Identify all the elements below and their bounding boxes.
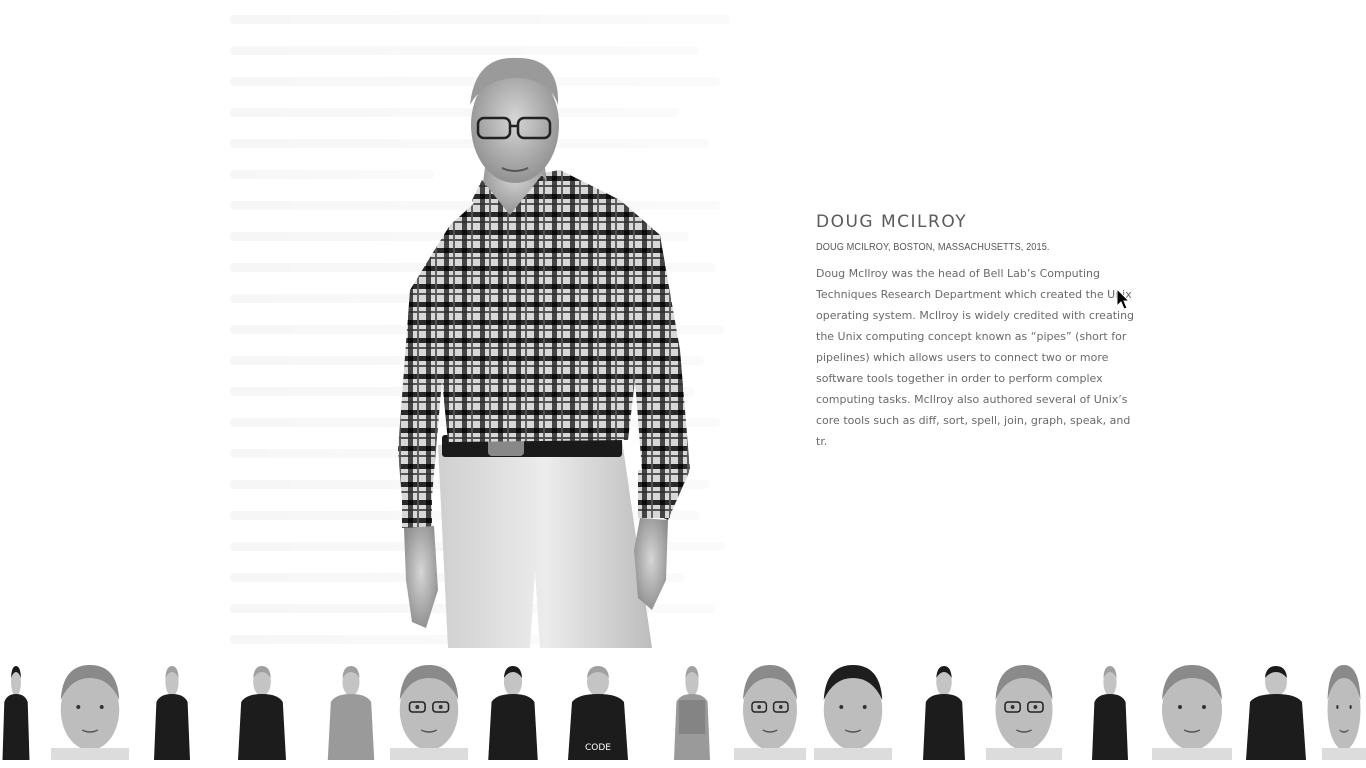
portrait-thumbnail-4[interactable] xyxy=(230,660,294,760)
portrait-thumbnail-5[interactable] xyxy=(320,660,382,760)
background-text-line xyxy=(230,15,730,24)
mouse-cursor-icon xyxy=(1116,288,1130,310)
portrait-thumbnail-icon xyxy=(1152,665,1232,760)
portrait-thumbnail-2[interactable] xyxy=(51,660,129,760)
portrait-thumbnail-16[interactable] xyxy=(1236,660,1316,760)
portrait-thumbnail-icon xyxy=(814,665,892,760)
portrait-thumbnail-icon: CODE xyxy=(568,666,628,760)
photo-credit-line: DOUG MCILROY, BOSTON, MASSACHUSETTS, 201… xyxy=(816,242,1050,253)
person-bio: Doug McIlroy was the head of Bell Lab’s … xyxy=(816,267,1135,448)
portrait-thumbnail-13[interactable] xyxy=(986,660,1062,760)
portrait-thumbnail-6[interactable] xyxy=(390,660,468,760)
portrait-thumbnail-icon xyxy=(154,666,190,760)
portrait-thumbnail-icon xyxy=(238,666,286,760)
portrait-thumbnail-14[interactable] xyxy=(1086,660,1134,760)
portrait-thumbnail-icon xyxy=(1246,666,1306,760)
portrait-thumbnail-8[interactable]: CODE xyxy=(558,660,638,760)
portrait-thumbnail-10[interactable] xyxy=(734,660,806,760)
portrait-thumbnail-15[interactable] xyxy=(1152,660,1232,760)
photo-gallery-page: DOUG MCILROY DOUG MCILROY, BOSTON, MASSA… xyxy=(0,0,1366,768)
portrait-thumbnail-icon xyxy=(390,665,468,760)
portrait-thumbnail-9[interactable] xyxy=(668,660,716,760)
portrait-thumbnail-7[interactable] xyxy=(480,660,546,760)
portrait-thumbnail-1[interactable] xyxy=(0,660,34,760)
thumbnail-strip[interactable]: CODE xyxy=(0,660,1366,768)
portrait-thumbnail-icon xyxy=(51,665,129,760)
portrait-thumbnail-icon xyxy=(327,666,375,760)
portrait-thumbnail-11[interactable] xyxy=(814,660,892,760)
portrait-caption: DOUG MCILROY DOUG MCILROY, BOSTON, MASSA… xyxy=(816,212,1136,452)
person-name: DOUG MCILROY xyxy=(816,212,968,232)
portrait-thumbnail-icon xyxy=(674,666,710,760)
portrait-thumbnail-12[interactable] xyxy=(916,660,972,760)
portrait-thumbnail-icon xyxy=(2,666,30,760)
portrait-thumbnail-icon xyxy=(986,665,1062,760)
portrait-thumbnail-3[interactable] xyxy=(148,660,196,760)
portrait-thumbnail-icon xyxy=(1322,665,1366,760)
portrait-thumbnail-icon xyxy=(734,665,806,760)
portrait-thumbnail-icon xyxy=(488,666,538,760)
portrait-thumbnail-icon xyxy=(1092,666,1128,760)
svg-text:CODE: CODE xyxy=(585,743,611,753)
portrait-thumbnail-17[interactable] xyxy=(1322,660,1366,760)
portrait-thumbnail-icon xyxy=(923,666,965,760)
main-portrait-image xyxy=(390,50,700,648)
